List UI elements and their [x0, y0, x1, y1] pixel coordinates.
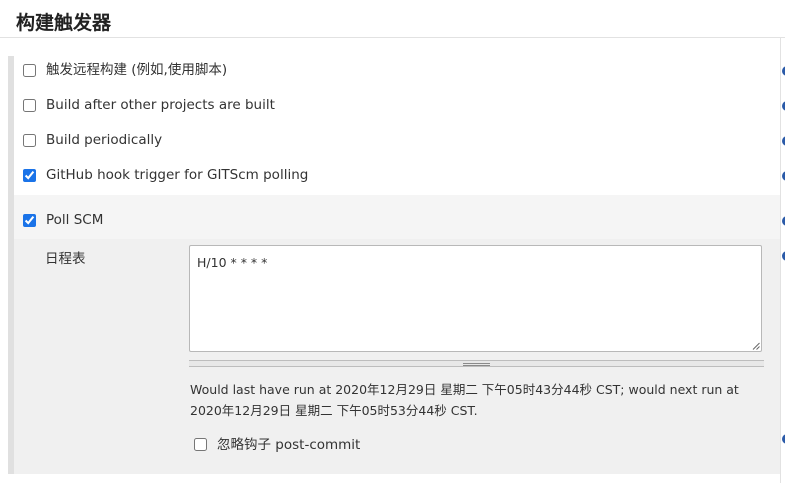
- schedule-label: 日程表: [45, 251, 86, 267]
- schedule-note: Would last have run at 2020年12月29日 星期二 下…: [190, 379, 764, 421]
- trigger-github-hook-checkbox[interactable]: [23, 169, 36, 182]
- section-title: 构建触发器: [16, 12, 112, 34]
- poll-scm-header: [14, 195, 780, 239]
- title-divider: [0, 37, 785, 38]
- ignore-post-commit-checkbox[interactable]: [194, 438, 207, 451]
- drag-grip-icon: [463, 363, 490, 366]
- trigger-periodically-checkbox[interactable]: [23, 134, 36, 147]
- trigger-after-other-checkbox[interactable]: [23, 99, 36, 112]
- schedule-textarea[interactable]: [189, 245, 762, 352]
- trigger-poll-scm-label[interactable]: Poll SCM: [46, 211, 103, 229]
- trigger-remote-label[interactable]: 触发远程构建 (例如,使用脚本): [46, 61, 227, 79]
- trigger-poll-scm-checkbox[interactable]: [23, 214, 36, 227]
- trigger-periodically-label[interactable]: Build periodically: [46, 131, 162, 149]
- trigger-github-hook-label[interactable]: GitHub hook trigger for GITScm polling: [46, 166, 308, 184]
- build-triggers-page: 构建触发器 触发远程构建 (例如,使用脚本) Build after other…: [0, 0, 785, 483]
- textarea-resize-icon[interactable]: [752, 342, 760, 350]
- right-divider: [780, 38, 781, 483]
- schedule-note-line: Would last have run at 2020年12月29日 星期二 下…: [190, 382, 739, 397]
- trigger-remote-checkbox[interactable]: [23, 64, 36, 77]
- trigger-after-other-label[interactable]: Build after other projects are built: [46, 96, 275, 114]
- ignore-post-commit-label[interactable]: 忽略钩子 post-commit: [217, 436, 360, 454]
- schedule-note-line: 2020年12月29日 星期二 下午05时53分44秒 CST.: [190, 403, 478, 418]
